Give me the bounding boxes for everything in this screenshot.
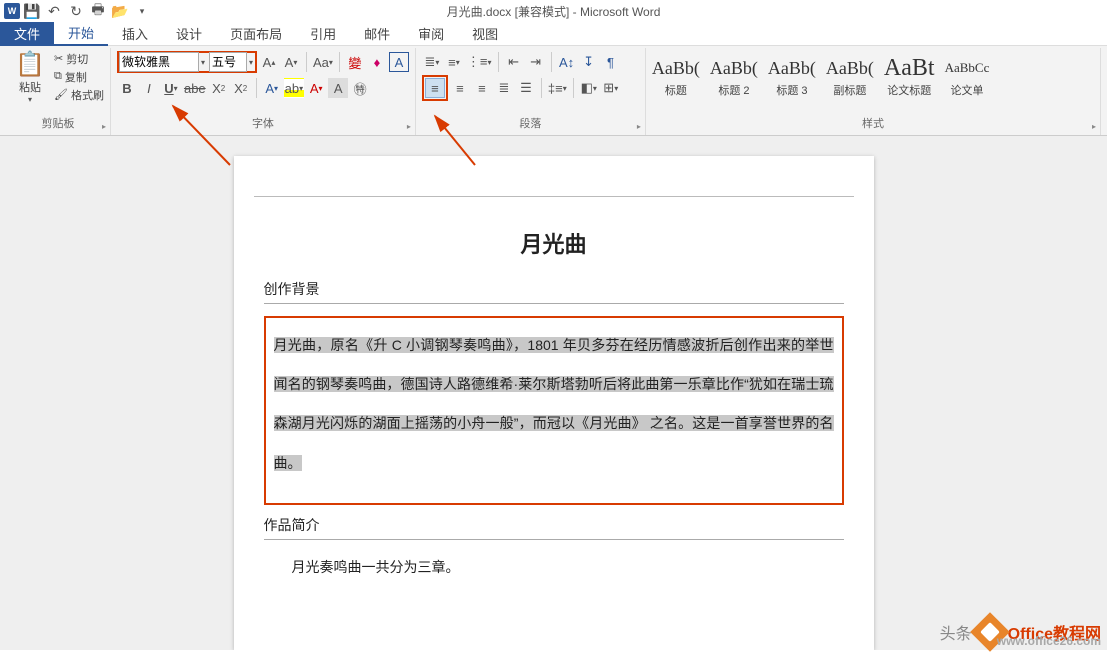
tab-home[interactable]: 开始 bbox=[54, 22, 108, 46]
bold-button[interactable]: B bbox=[117, 78, 137, 98]
title-bar: W 💾 ↶ ↻ 🖶 📂 ▾ 月光曲.docx [兼容模式] - Microsof… bbox=[0, 0, 1107, 22]
chevron-down-icon: ▾ bbox=[28, 95, 32, 104]
font-name-select[interactable]: 微软雅黑 bbox=[119, 52, 199, 72]
font-color-button[interactable]: A▾ bbox=[306, 78, 326, 98]
style-paper-single: AaBbCc论文单 bbox=[945, 54, 990, 98]
copy-icon: ⧉ bbox=[54, 70, 62, 83]
open-icon[interactable]: 📂 bbox=[110, 1, 130, 21]
borders-button[interactable]: ⊞▾ bbox=[601, 78, 621, 98]
highlight-button[interactable]: ab▾ bbox=[284, 78, 304, 98]
line-spacing-button[interactable]: ‡≡▾ bbox=[547, 78, 568, 98]
bullets-button[interactable]: ≣▾ bbox=[422, 52, 442, 72]
document-area[interactable]: 月光曲 创作背景 月光曲，原名《升 C 小调钢琴奏鸣曲》，1801 年贝多芬在经… bbox=[0, 136, 1107, 650]
ribbon-tabs: 文件 开始 插入 设计 页面布局 引用 邮件 审阅 视图 bbox=[0, 22, 1107, 46]
tab-layout[interactable]: 页面布局 bbox=[216, 22, 296, 46]
change-case-button[interactable]: Aa▾ bbox=[312, 52, 334, 72]
doc-title: 月光曲 bbox=[264, 227, 844, 259]
center-align-highlight: ≡ bbox=[422, 75, 448, 101]
underline-button[interactable]: U▾ bbox=[161, 78, 181, 98]
text-direction-button[interactable]: A↕ bbox=[557, 52, 577, 72]
char-shade-button[interactable]: A bbox=[328, 78, 348, 98]
ribbon: 📋 粘贴 ▾ ✂剪切 ⧉复制 🖌格式刷 剪贴板 微软雅黑▾ 五号▾ A▴ A▾ bbox=[0, 46, 1107, 136]
watermark: 头条 Office教程网 www.office26.com bbox=[940, 618, 1101, 646]
selected-paragraph-highlight: 月光曲，原名《升 C 小调钢琴奏鸣曲》，1801 年贝多芬在经历情感波折后创作出… bbox=[264, 316, 844, 505]
qat-more-icon[interactable]: ▾ bbox=[132, 1, 152, 21]
quick-access-toolbar: W 💾 ↶ ↻ 🖶 📂 ▾ bbox=[0, 1, 152, 21]
style-title: AaBb(标题 bbox=[652, 54, 700, 98]
tab-mailings[interactable]: 邮件 bbox=[350, 22, 404, 46]
sort-button[interactable]: ↧ bbox=[579, 52, 599, 72]
style-subtitle: AaBb(副标题 bbox=[826, 54, 874, 98]
page: 月光曲 创作背景 月光曲，原名《升 C 小调钢琴奏鸣曲》，1801 年贝多芬在经… bbox=[234, 156, 874, 650]
font-select-highlight: 微软雅黑▾ 五号▾ bbox=[117, 51, 257, 73]
multilevel-button[interactable]: ⋮≡▾ bbox=[466, 52, 493, 72]
decrease-indent-button[interactable]: ⇤ bbox=[504, 52, 524, 72]
print-preview-icon[interactable]: 🖶 bbox=[88, 1, 108, 21]
brush-icon: 🖌 bbox=[54, 88, 68, 101]
section-title-2: 作品简介 bbox=[264, 515, 844, 540]
grow-font-button[interactable]: A▴ bbox=[259, 52, 279, 72]
text-effects-button[interactable]: A▾ bbox=[262, 78, 282, 98]
selected-text[interactable]: 月光曲，原名《升 C 小调钢琴奏鸣曲》，1801 年贝多芬在经历情感波折后创作出… bbox=[274, 337, 834, 471]
body-paragraph-2: 月光奏鸣曲一共分为三章。 bbox=[264, 552, 844, 586]
style-heading2: AaBb(标题 2 bbox=[710, 54, 758, 98]
chevron-down-icon[interactable]: ▾ bbox=[247, 58, 255, 67]
window-title: 月光曲.docx [兼容模式] - Microsoft Word bbox=[447, 3, 661, 20]
scissors-icon: ✂ bbox=[54, 52, 63, 65]
strikethrough-button[interactable]: abe bbox=[183, 78, 207, 98]
copy-button[interactable]: ⧉复制 bbox=[54, 68, 104, 85]
align-distribute-button[interactable]: ☰ bbox=[516, 78, 536, 98]
tab-view[interactable]: 视图 bbox=[458, 22, 512, 46]
clear-format-button[interactable]: ♦ bbox=[367, 52, 387, 72]
tab-file[interactable]: 文件 bbox=[0, 22, 54, 46]
paste-icon: 📋 bbox=[15, 50, 45, 79]
group-label-styles: 样式 bbox=[652, 113, 1094, 133]
group-label-clipboard: 剪贴板 bbox=[12, 113, 104, 133]
tab-insert[interactable]: 插入 bbox=[108, 22, 162, 46]
style-heading3: AaBb(标题 3 bbox=[768, 54, 816, 98]
tab-design[interactable]: 设计 bbox=[162, 22, 216, 46]
paste-button[interactable]: 📋 粘贴 ▾ bbox=[12, 50, 48, 100]
enclosed-char-button[interactable]: ㊕ bbox=[350, 78, 370, 98]
char-border-button[interactable]: A bbox=[389, 52, 409, 72]
style-paper-title: AaBt论文标题 bbox=[884, 54, 935, 98]
chevron-down-icon[interactable]: ▾ bbox=[199, 58, 207, 67]
align-justify-button[interactable]: ≣ bbox=[494, 78, 514, 98]
tab-references[interactable]: 引用 bbox=[296, 22, 350, 46]
increase-indent-button[interactable]: ⇥ bbox=[526, 52, 546, 72]
redo-icon[interactable]: ↻ bbox=[66, 1, 86, 21]
align-left-button[interactable]: ≡ bbox=[450, 78, 470, 98]
group-paragraph: ≣▾ ≡▾ ⋮≡▾ ⇤ ⇥ A↕ ↧ ¶ ≡ ≡ ≡ ≣ ☰ ‡≡▾ bbox=[416, 48, 646, 135]
format-painter-button[interactable]: 🖌格式刷 bbox=[54, 86, 104, 103]
show-marks-button[interactable]: ¶ bbox=[601, 52, 621, 72]
phonetic-guide-button[interactable]: 變 bbox=[345, 52, 365, 72]
undo-icon[interactable]: ↶ bbox=[44, 1, 64, 21]
section-title-1: 创作背景 bbox=[264, 279, 844, 304]
group-font: 微软雅黑▾ 五号▾ A▴ A▾ Aa▾ 變 ♦ A B I U▾ abe X2 … bbox=[111, 48, 416, 135]
shading-button[interactable]: ◧▾ bbox=[579, 78, 599, 98]
font-size-select[interactable]: 五号 bbox=[209, 52, 247, 72]
group-styles: AaBb(标题 AaBb(标题 2 AaBb(标题 3 AaBb(副标题 AaB… bbox=[646, 48, 1101, 135]
group-label-font: 字体 bbox=[117, 113, 409, 133]
word-app-icon: W bbox=[4, 3, 20, 19]
group-clipboard: 📋 粘贴 ▾ ✂剪切 ⧉复制 🖌格式刷 剪贴板 bbox=[6, 48, 111, 135]
align-center-button[interactable]: ≡ bbox=[425, 78, 445, 98]
tab-review[interactable]: 审阅 bbox=[404, 22, 458, 46]
save-icon[interactable]: 💾 bbox=[22, 1, 42, 21]
numbering-button[interactable]: ≡▾ bbox=[444, 52, 464, 72]
cut-button[interactable]: ✂剪切 bbox=[54, 50, 104, 67]
align-right-button[interactable]: ≡ bbox=[472, 78, 492, 98]
subscript-button[interactable]: X2 bbox=[209, 78, 229, 98]
italic-button[interactable]: I bbox=[139, 78, 159, 98]
styles-gallery[interactable]: AaBb(标题 AaBb(标题 2 AaBb(标题 3 AaBb(副标题 AaB… bbox=[652, 50, 1094, 102]
superscript-button[interactable]: X2 bbox=[231, 78, 251, 98]
group-label-paragraph: 段落 bbox=[422, 113, 639, 133]
shrink-font-button[interactable]: A▾ bbox=[281, 52, 301, 72]
